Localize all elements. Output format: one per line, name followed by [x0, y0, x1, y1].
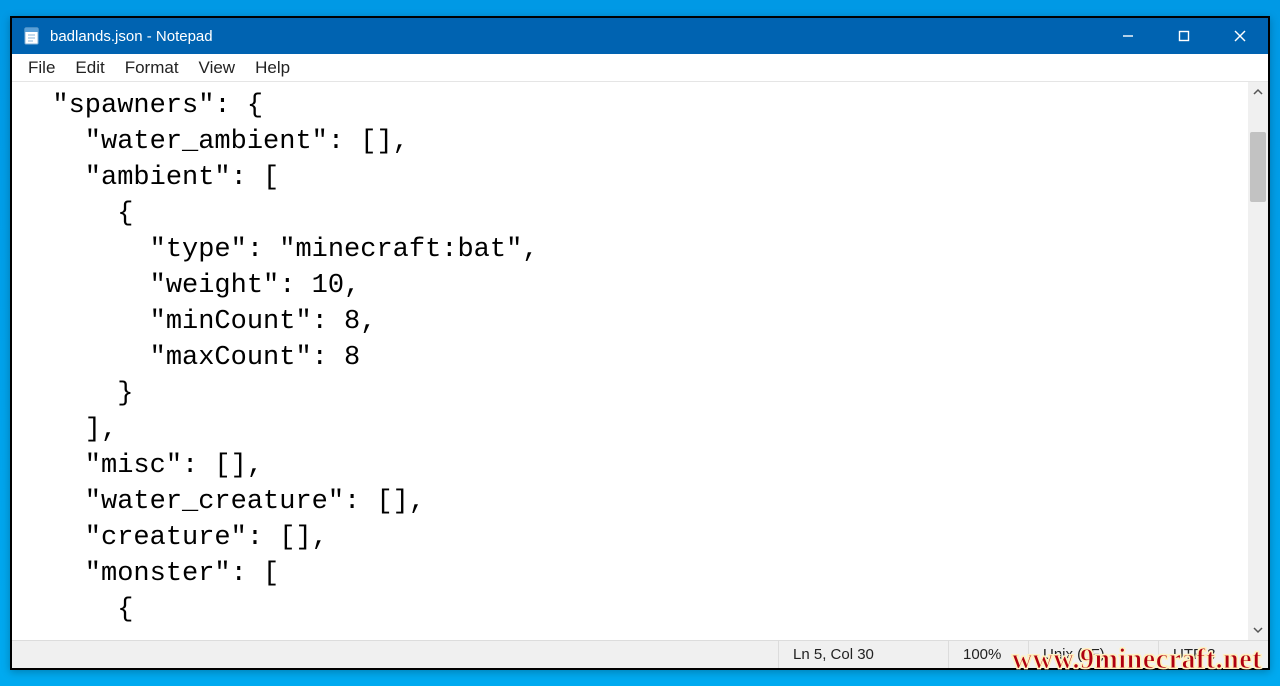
- scrollbar-track[interactable]: [1248, 102, 1268, 620]
- minimize-button[interactable]: [1100, 18, 1156, 54]
- notepad-icon: [22, 26, 42, 46]
- scrollbar-thumb[interactable]: [1250, 132, 1266, 202]
- menu-help[interactable]: Help: [245, 56, 300, 80]
- menubar: File Edit Format View Help: [12, 54, 1268, 82]
- content-area: "spawners": { "water_ambient": [], "ambi…: [12, 82, 1268, 640]
- menu-file[interactable]: File: [18, 56, 65, 80]
- menu-format[interactable]: Format: [115, 56, 189, 80]
- vertical-scrollbar[interactable]: [1248, 82, 1268, 640]
- text-editor[interactable]: "spawners": { "water_ambient": [], "ambi…: [12, 82, 1248, 640]
- close-button[interactable]: [1212, 18, 1268, 54]
- watermark-text: www.9minecraft.net: [1012, 644, 1262, 676]
- menu-view[interactable]: View: [189, 56, 246, 80]
- scroll-down-icon[interactable]: [1248, 620, 1268, 640]
- status-position: Ln 5, Col 30: [778, 641, 948, 668]
- scroll-up-icon[interactable]: [1248, 82, 1268, 102]
- notepad-window: badlands.json - Notepad File Edit Format…: [10, 16, 1270, 670]
- maximize-button[interactable]: [1156, 18, 1212, 54]
- window-title: badlands.json - Notepad: [50, 28, 213, 45]
- menu-edit[interactable]: Edit: [65, 56, 114, 80]
- titlebar[interactable]: badlands.json - Notepad: [12, 18, 1268, 54]
